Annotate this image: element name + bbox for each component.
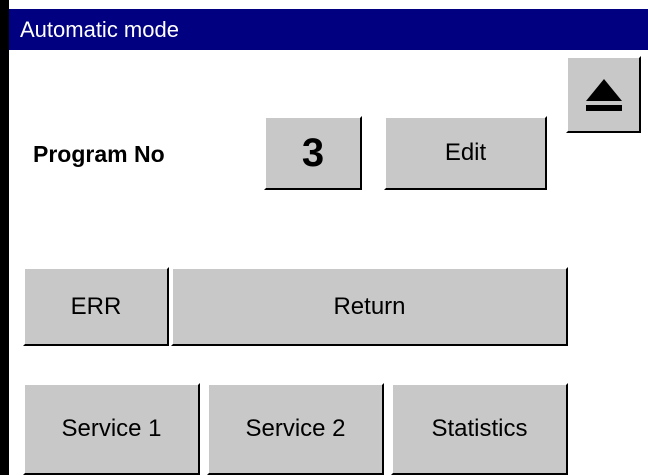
window-title-bar: Automatic mode bbox=[9, 9, 648, 50]
program-number-value: 3 bbox=[301, 130, 325, 175]
window-title: Automatic mode bbox=[20, 17, 179, 42]
service-1-button[interactable]: Service 1 bbox=[23, 383, 200, 475]
err-button[interactable]: ERR bbox=[23, 267, 169, 346]
statistics-button-label: Statistics bbox=[431, 415, 528, 442]
service-1-button-label: Service 1 bbox=[61, 415, 162, 442]
return-button[interactable]: Return bbox=[171, 267, 568, 346]
service-2-button-label: Service 2 bbox=[245, 415, 346, 442]
service-2-button[interactable]: Service 2 bbox=[207, 383, 384, 475]
eject-icon bbox=[585, 78, 622, 111]
program-no-label: Program No bbox=[33, 141, 165, 167]
eject-button[interactable] bbox=[566, 56, 641, 133]
err-button-label: ERR bbox=[70, 292, 122, 320]
edit-button[interactable]: Edit bbox=[384, 116, 547, 190]
window-frame-left bbox=[0, 0, 9, 475]
program-number-field[interactable]: 3 bbox=[264, 116, 362, 190]
statistics-button[interactable]: Statistics bbox=[391, 383, 568, 475]
return-button-label: Return bbox=[333, 292, 406, 320]
edit-button-label: Edit bbox=[444, 139, 487, 166]
